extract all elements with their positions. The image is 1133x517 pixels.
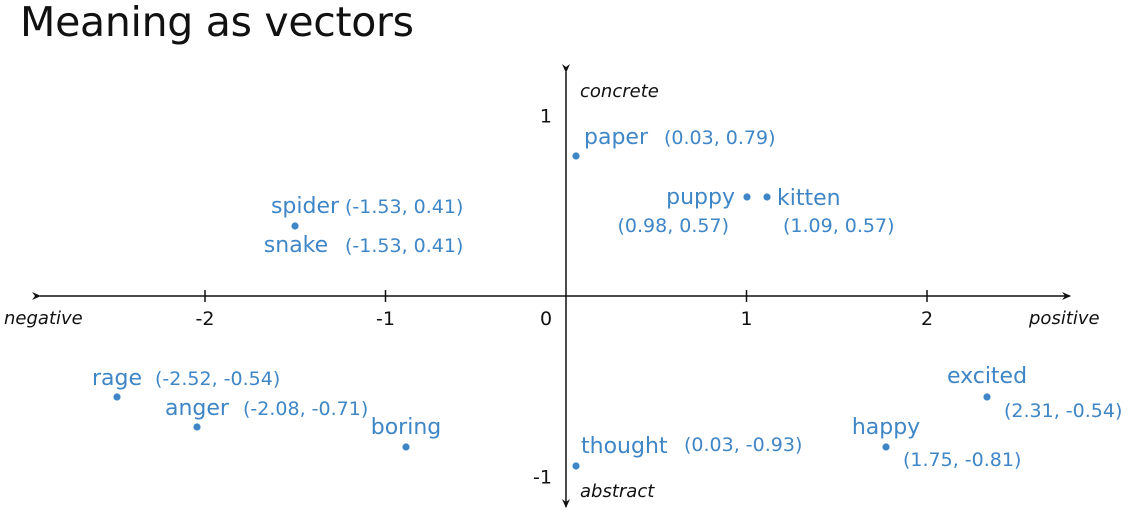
y-tick-label: -1 xyxy=(533,467,552,489)
x-tick-label: -1 xyxy=(376,308,395,330)
word-label-boring: boring xyxy=(371,415,442,440)
coord-label-spider: (-1.53, 0.41) xyxy=(345,196,463,218)
x-tick-label: 2 xyxy=(921,308,933,330)
x-axis-positive-label: positive xyxy=(1028,308,1100,329)
word-label-thought: thought xyxy=(581,434,668,459)
data-point-boring xyxy=(402,443,410,451)
data-point-thought xyxy=(572,462,580,470)
x-tick-label: 0 xyxy=(540,308,552,330)
data-point-spider xyxy=(291,222,299,230)
coord-label-excited: (2.31, -0.54) xyxy=(1004,400,1122,422)
coord-label-puppy: (0.98, 0.57) xyxy=(617,215,729,237)
x-axis-negative-label: negative xyxy=(4,308,83,329)
data-point-rage xyxy=(113,393,121,401)
vector-space-chart: -2 -1 0 1 2 1 -1 negative positive concrete abstra… xyxy=(4,64,1122,508)
y-tick-label: 1 xyxy=(540,106,552,128)
word-label-puppy: puppy xyxy=(666,185,735,210)
data-point-paper xyxy=(572,152,580,160)
data-point-kitten xyxy=(763,193,771,201)
coord-label-snake: (-1.53, 0.41) xyxy=(345,235,463,257)
coord-label-paper: (0.03, 0.79) xyxy=(664,127,776,149)
data-point-happy xyxy=(882,443,890,451)
coord-label-rage: (-2.52, -0.54) xyxy=(155,368,280,390)
y-axis-positive-label: concrete xyxy=(580,81,659,102)
word-label-anger: anger xyxy=(165,396,230,421)
word-label-paper: paper xyxy=(584,125,649,150)
y-axis-negative-label: abstract xyxy=(580,481,655,502)
data-point-excited xyxy=(983,393,991,401)
word-label-excited: excited xyxy=(947,364,1027,389)
coord-label-thought: (0.03, -0.93) xyxy=(684,434,802,456)
x-tick-label: 1 xyxy=(740,308,752,330)
coord-label-anger: (-2.08, -0.71) xyxy=(243,398,368,420)
data-point-puppy xyxy=(743,193,751,201)
word-label-snake: snake xyxy=(264,233,328,258)
word-label-rage: rage xyxy=(92,366,142,391)
data-point-anger xyxy=(193,423,201,431)
coord-label-happy: (1.75, -0.81) xyxy=(903,449,1021,471)
coord-label-kitten: (1.09, 0.57) xyxy=(783,215,895,237)
x-tick-label: -2 xyxy=(196,308,215,330)
word-label-kitten: kitten xyxy=(777,186,841,211)
word-label-happy: happy xyxy=(852,415,920,440)
word-label-spider: spider xyxy=(271,194,340,219)
